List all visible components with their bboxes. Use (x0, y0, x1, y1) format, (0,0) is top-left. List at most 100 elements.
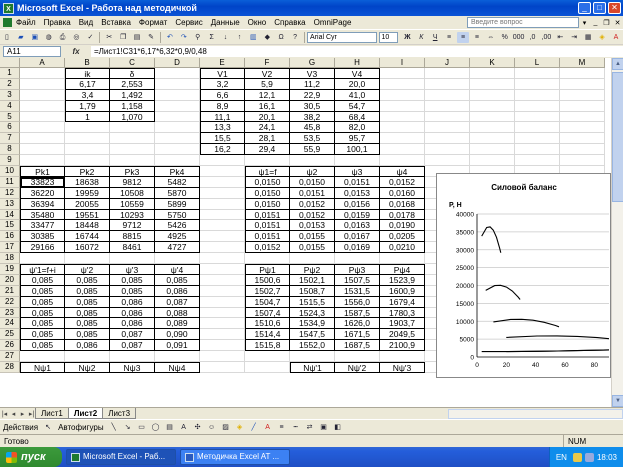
taskbar-word-button[interactable]: Методичка Excel AT ... (180, 449, 290, 465)
cell-m8[interactable] (560, 144, 605, 156)
chart-wizard-icon[interactable]: ▥ (247, 32, 259, 43)
clipart-icon[interactable]: ☺ (206, 422, 218, 433)
cell-a3[interactable] (20, 89, 65, 101)
cell-c24[interactable]: 0,086 (110, 318, 155, 330)
open-folder-icon[interactable]: ▰ (15, 32, 27, 43)
row-header[interactable]: 11 (0, 176, 20, 188)
cell-i27[interactable] (380, 351, 425, 363)
cell-e14[interactable] (200, 209, 245, 221)
cell-e9[interactable] (200, 155, 245, 167)
redo-icon[interactable]: ↷ (178, 32, 190, 43)
cell-d23[interactable]: 0,088 (155, 307, 200, 319)
cell-e1[interactable]: V1 (200, 68, 245, 79)
cell-a6[interactable] (20, 122, 65, 134)
cell-c1[interactable]: δ (110, 68, 155, 79)
cell-e26[interactable] (200, 340, 245, 352)
cell-c20[interactable]: 0,085 (110, 274, 155, 286)
cell-g20[interactable]: 1502,1 (290, 274, 335, 286)
cell-f25[interactable]: 1514,4 (245, 329, 290, 341)
cell-e8[interactable]: 16,2 (200, 144, 245, 156)
cell-a8[interactable] (20, 144, 65, 156)
cell-b2[interactable]: 6,17 (65, 78, 110, 90)
cell-c28[interactable]: Nψ3 (110, 362, 155, 373)
cell-m1[interactable] (560, 68, 605, 79)
cell-j1[interactable] (425, 68, 470, 79)
cell-f4[interactable]: 16,1 (245, 100, 290, 112)
cell-e10[interactable] (200, 166, 245, 177)
cell-f3[interactable]: 12,1 (245, 89, 290, 101)
cell-c13[interactable]: 10559 (110, 198, 155, 210)
oval-icon[interactable]: ◯ (150, 422, 162, 433)
drawing-icon[interactable]: ◆ (261, 32, 273, 43)
bold-icon[interactable]: Ж (401, 32, 413, 43)
cell-a22[interactable]: 0,085 (20, 296, 65, 308)
cell-d21[interactable]: 0,086 (155, 285, 200, 297)
cell-d6[interactable] (155, 122, 200, 134)
font-color-icon[interactable]: A (610, 32, 622, 43)
row-header[interactable]: 18 (0, 253, 20, 265)
cell-e18[interactable] (200, 253, 245, 265)
column-header[interactable]: G (290, 58, 335, 68)
cell-b15[interactable]: 18448 (65, 220, 110, 232)
row-header[interactable]: 9 (0, 155, 20, 167)
cell-m3[interactable] (560, 89, 605, 101)
cell-g15[interactable]: 0,0153 (290, 220, 335, 232)
cell-f7[interactable]: 28,1 (245, 133, 290, 145)
font-name-select[interactable]: Arial Cyr (307, 31, 377, 43)
cell-f21[interactable]: 1502,7 (245, 285, 290, 297)
cell-a19[interactable]: ψ'1=f+i (20, 264, 65, 275)
cell-c12[interactable]: 10508 (110, 187, 155, 199)
cell-g27[interactable] (290, 351, 335, 363)
cell-a23[interactable]: 0,085 (20, 307, 65, 319)
cell-b22[interactable]: 0,085 (65, 296, 110, 308)
format-painter-icon[interactable]: ✎ (145, 32, 157, 43)
cell-e16[interactable] (200, 231, 245, 243)
cell-d17[interactable]: 4727 (155, 242, 200, 254)
cell-a15[interactable]: 33477 (20, 220, 65, 232)
cell-h21[interactable]: 1531,5 (335, 285, 380, 297)
cell-d26[interactable]: 0,091 (155, 340, 200, 352)
cell-c23[interactable]: 0,086 (110, 307, 155, 319)
tray-icon[interactable] (584, 452, 594, 462)
cell-i15[interactable]: 0,0190 (380, 220, 425, 232)
cell-e5[interactable]: 11,1 (200, 111, 245, 123)
cell-i16[interactable]: 0,0205 (380, 231, 425, 243)
cell-b1[interactable]: ik (65, 68, 110, 79)
cell-f11[interactable]: 0,0150 (245, 176, 290, 188)
cell-b11[interactable]: 18638 (65, 176, 110, 188)
cell-d4[interactable] (155, 100, 200, 112)
cell-j6[interactable] (425, 122, 470, 134)
help-question-input[interactable]: Введите вопрос (467, 17, 579, 28)
cell-i4[interactable] (380, 100, 425, 112)
cell-f5[interactable]: 20,1 (245, 111, 290, 123)
cell-d20[interactable]: 0,085 (155, 274, 200, 286)
borders-icon[interactable]: ▦ (582, 32, 594, 43)
cell-b23[interactable]: 0,085 (65, 307, 110, 319)
row-header[interactable]: 19 (0, 264, 20, 275)
select-all-corner[interactable] (0, 58, 20, 68)
cell-g5[interactable]: 38,2 (290, 111, 335, 123)
scroll-up-icon[interactable]: ▲ (612, 58, 623, 70)
cell-k8[interactable] (470, 144, 515, 156)
cell-g16[interactable]: 0,0155 (290, 231, 335, 243)
cell-f20[interactable]: 1500,6 (245, 274, 290, 286)
cell-b19[interactable]: ψ'2 (65, 264, 110, 275)
cell-h1[interactable]: V4 (335, 68, 380, 79)
cell-c14[interactable]: 10293 (110, 209, 155, 221)
cell-a16[interactable]: 30385 (20, 231, 65, 243)
cell-m4[interactable] (560, 100, 605, 112)
copy-icon[interactable]: ❐ (117, 32, 129, 43)
cell-h6[interactable]: 82,0 (335, 122, 380, 134)
chevron-down-icon[interactable]: ▾ (580, 19, 589, 27)
cell-i12[interactable]: 0,0160 (380, 187, 425, 199)
align-right-icon[interactable]: ≡ (471, 32, 483, 43)
cell-k3[interactable] (470, 89, 515, 101)
cell-f28[interactable] (245, 362, 290, 373)
column-header[interactable]: M (560, 58, 605, 68)
tab-prev-icon[interactable]: ◂ (9, 410, 18, 418)
cell-i11[interactable]: 0,0152 (380, 176, 425, 188)
cell-j4[interactable] (425, 100, 470, 112)
cell-h11[interactable]: 0,0151 (335, 176, 380, 188)
cell-c7[interactable] (110, 133, 155, 145)
cell-c3[interactable]: 1,492 (110, 89, 155, 101)
